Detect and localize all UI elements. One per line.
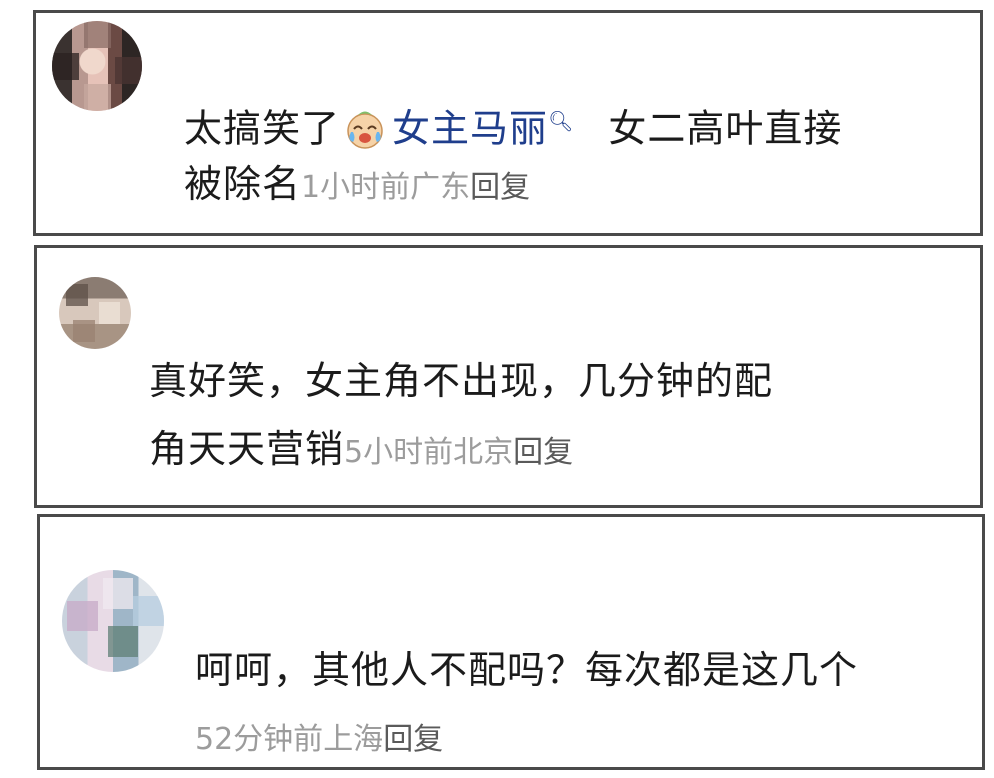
comment-location: 北京 [453, 435, 514, 470]
comment-text: 真好笑，女主角不出现，几分钟的配 [149, 359, 774, 403]
comment-text-line: 被除名1小时前广东回复 [184, 161, 530, 211]
avatar[interactable] [59, 277, 131, 349]
reply-button[interactable]: 回复 [383, 722, 443, 757]
comment-time: 52分钟前 [195, 722, 324, 757]
avatar[interactable] [52, 21, 142, 111]
comment-card: 太搞笑了 女主马丽🔍︎ 女二高叶直接 被除名1小时前广东回复 [33, 10, 983, 236]
comment-time: 5小时前 [344, 435, 454, 470]
avatar[interactable] [62, 570, 164, 672]
comment-meta-line: 52分钟前上海回复 [195, 713, 443, 763]
mention-link[interactable]: 女主马丽 [392, 107, 548, 151]
comment-text: 角天天营销 [149, 427, 345, 471]
comment-text-line: 真好笑，女主角不出现，几分钟的配 [149, 358, 773, 404]
comment-text: 女二高叶直接 [608, 106, 843, 151]
comment-text-line: 太搞笑了 女主马丽🔍︎ 女二高叶直接 [184, 98, 842, 152]
comment-text: 被除名 [184, 162, 302, 206]
reply-button[interactable]: 回复 [470, 170, 530, 205]
comment-text: 太搞笑了 [184, 106, 341, 151]
comment-text-line: 呵呵，其他人不配吗？每次都是这几个 [195, 647, 858, 693]
comment-time: 1小时前 [301, 170, 411, 205]
reply-button[interactable]: 回复 [513, 435, 573, 470]
search-icon[interactable]: 🔍︎ [548, 109, 574, 133]
comment-location: 广东 [410, 170, 471, 205]
comment-card: 真好笑，女主角不出现，几分钟的配 角天天营销5小时前北京回复 [34, 245, 983, 508]
comment-location: 上海 [323, 722, 384, 757]
comment-text: 呵呵，其他人不配吗？每次都是这几个 [195, 648, 859, 692]
comment-text-line: 角天天营销5小时前北京回复 [149, 426, 573, 476]
comment-card: 呵呵，其他人不配吗？每次都是这几个 52分钟前上海回复 [37, 514, 985, 770]
laughing-crying-face-icon [347, 111, 383, 149]
